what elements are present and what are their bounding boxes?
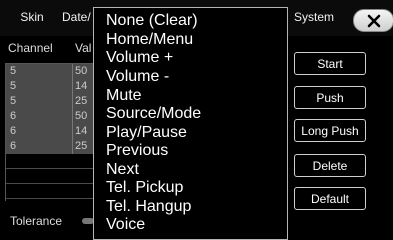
column-divider: [72, 94, 73, 109]
dropdown-option[interactable]: Source/Mode: [106, 105, 201, 123]
table-row-empty[interactable]: [6, 154, 96, 169]
dropdown-option[interactable]: Mute: [106, 87, 142, 105]
dropdown-option[interactable]: None (Clear): [106, 12, 198, 30]
tab-skin[interactable]: Skin: [6, 5, 58, 29]
table-row[interactable]: 6 25: [6, 139, 96, 154]
table-cell-channel: 5: [10, 80, 17, 92]
table-cell-value: 25: [75, 140, 88, 152]
column-divider: [72, 139, 73, 154]
dropdown-option[interactable]: Next: [106, 161, 139, 179]
dropdown-option[interactable]: Previous: [106, 142, 168, 160]
table-cell-value: 25: [75, 95, 88, 107]
tab-date[interactable]: Date/: [62, 5, 92, 29]
table-row[interactable]: 5 25: [6, 94, 96, 109]
close-icon: [367, 14, 380, 27]
long-push-button[interactable]: Long Push: [294, 119, 366, 142]
table-row-empty[interactable]: [6, 169, 96, 184]
column-divider: [72, 124, 73, 139]
dropdown-option[interactable]: Tel. Hangup: [106, 198, 191, 216]
tolerance-label: Tolerance: [10, 214, 63, 228]
tab-system[interactable]: System: [286, 5, 342, 29]
table-cell-channel: 6: [10, 140, 17, 152]
function-dropdown-list: None (Clear) Home/Menu Volume + Volume -…: [93, 7, 288, 240]
table-cell-value: 50: [75, 110, 88, 122]
table-cell-channel: 6: [10, 110, 17, 122]
table-cell-value: 14: [75, 80, 88, 92]
table-row[interactable]: 5 50: [6, 64, 96, 79]
dropdown-option[interactable]: Tel. Pickup: [106, 179, 183, 197]
default-button[interactable]: Default: [294, 187, 366, 210]
column-divider: [72, 64, 73, 79]
table-row[interactable]: 6 14: [6, 124, 96, 139]
column-header-channel: Channel: [8, 41, 53, 55]
table-cell-value: 50: [75, 65, 88, 77]
dropdown-option[interactable]: Play/Pause: [106, 124, 187, 142]
table-cell-value: 14: [75, 125, 88, 137]
channel-table: 5 50 5 14 5 25 6 50 6 14 6 25: [5, 63, 96, 201]
start-button[interactable]: Start: [294, 52, 366, 75]
column-header-value: Val: [75, 41, 92, 55]
table-row[interactable]: 5 14: [6, 79, 96, 94]
dropdown-option[interactable]: Home/Menu: [106, 31, 193, 49]
push-button[interactable]: Push: [294, 86, 366, 109]
column-divider: [72, 79, 73, 94]
dropdown-option[interactable]: Volume +: [106, 49, 173, 67]
table-cell-channel: 6: [10, 125, 17, 137]
dropdown-option[interactable]: Volume -: [106, 68, 169, 86]
dropdown-option[interactable]: Voice: [106, 216, 145, 234]
column-divider: [72, 109, 73, 124]
table-cell-channel: 5: [10, 95, 17, 107]
delete-button[interactable]: Delete: [294, 154, 366, 177]
close-button[interactable]: [353, 9, 393, 32]
table-row-empty[interactable]: [6, 184, 96, 199]
table-cell-channel: 5: [10, 65, 17, 77]
table-row[interactable]: 6 50: [6, 109, 96, 124]
